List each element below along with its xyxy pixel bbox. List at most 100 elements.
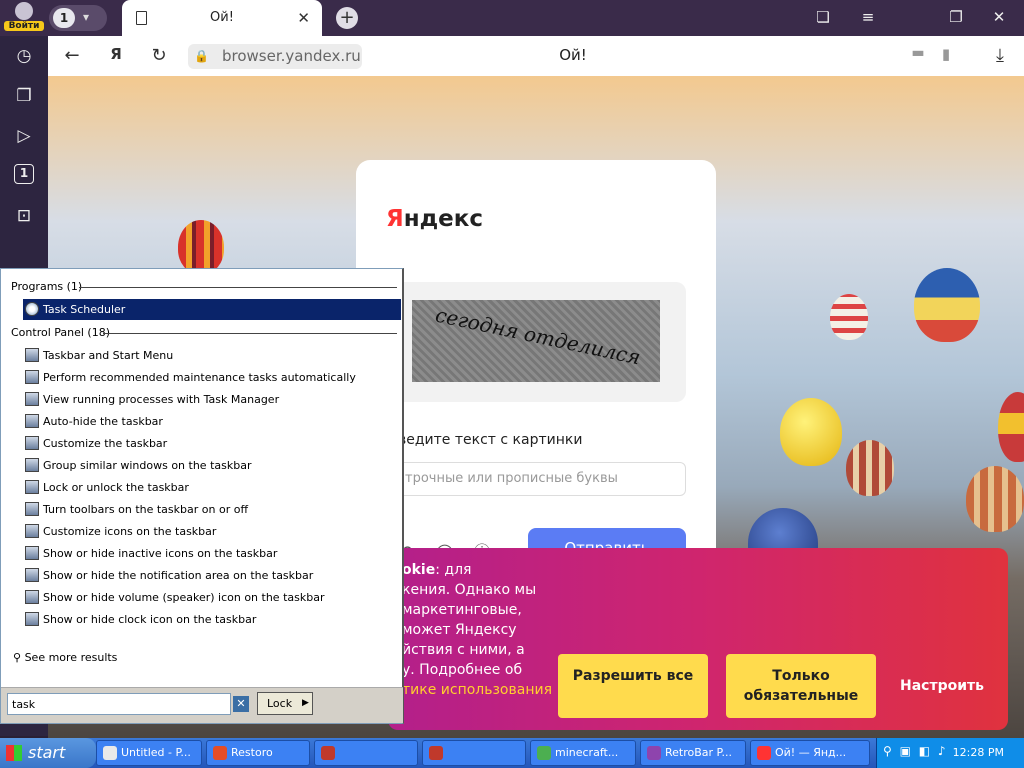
captcha-word: сегодня отделился — [433, 302, 643, 370]
taskbar-button[interactable] — [422, 740, 526, 766]
login-label: Войти — [4, 21, 44, 31]
result-label: Auto-hide the taskbar — [43, 415, 163, 428]
control-panel-result[interactable]: Customize icons on the taskbar — [23, 521, 401, 542]
divider — [103, 333, 397, 334]
result-task-scheduler[interactable]: Task Scheduler — [23, 299, 401, 320]
taskbar-button[interactable] — [314, 740, 418, 766]
result-label: Customize icons on the taskbar — [43, 525, 217, 538]
lock-icon[interactable]: 🔒 — [194, 49, 209, 63]
control-panel-result[interactable]: Group similar windows on the taskbar — [23, 455, 401, 476]
yandex-icon[interactable]: Я — [104, 45, 128, 63]
tab-title: Ой! — [210, 10, 234, 25]
clock: 12:28 PM — [952, 746, 1004, 759]
taskbar-button-label: Ой! — Янд... — [775, 746, 847, 759]
lock-options-arrow-icon[interactable]: ▶ — [302, 693, 309, 714]
control-panel-result[interactable]: Lock or unlock the taskbar — [23, 477, 401, 498]
captcha-instruction: ведите текст с картинки — [398, 432, 583, 448]
control-panel-icon — [25, 370, 39, 384]
control-panel-icon — [25, 612, 39, 626]
control-panel-result[interactable]: Show or hide the notification area on th… — [23, 565, 401, 586]
clear-search-icon[interactable]: ✕ — [233, 696, 249, 712]
cookie-line: у. Подробнее об — [402, 662, 523, 678]
control-panel-icon — [25, 568, 39, 582]
control-panel-result[interactable]: Perform recommended maintenance tasks au… — [23, 367, 401, 388]
taskbar-button[interactable]: Ой! — Янд... — [750, 740, 870, 766]
start-menu-bottom-bar: task ✕ Lock ▶ — [1, 687, 403, 723]
captcha-input[interactable]: трочные или прописные буквы — [394, 462, 686, 496]
back-icon[interactable]: ← — [60, 45, 84, 66]
new-tab-button[interactable]: + — [336, 7, 358, 29]
taskbar-button[interactable]: minecraft... — [530, 740, 636, 766]
login-button[interactable]: Войти — [4, 2, 44, 34]
download-icon[interactable]: ⤓ — [988, 45, 1012, 66]
tray-icons[interactable]: ⚲ ▣ ◧ ♪ — [883, 744, 948, 758]
taskbar-button[interactable]: Restoro — [206, 740, 310, 766]
start-menu-search-results: Programs (1) Task Scheduler Control Pane… — [0, 268, 404, 724]
required-only-button[interactable]: Только обязательные — [726, 654, 876, 718]
allow-all-button[interactable]: Разрешить все — [558, 654, 708, 718]
media-icon[interactable]: ▷ — [12, 124, 36, 148]
taskbar-button[interactable]: RetroBar P... — [640, 740, 746, 766]
app-icon — [321, 746, 335, 760]
control-panel-result[interactable]: View running processes with Task Manager — [23, 389, 401, 410]
cookie-line: йствия с ними, а — [402, 642, 525, 658]
app-icon — [429, 746, 443, 760]
balloon-image — [846, 440, 894, 496]
menu-icon[interactable]: ≡ — [853, 8, 883, 26]
logo-text: ндекс — [403, 206, 484, 232]
result-label: Task Scheduler — [43, 303, 126, 316]
app-icon — [103, 746, 117, 760]
taskbar-button-label: Restoro — [231, 746, 273, 759]
result-label: Taskbar and Start Menu — [43, 349, 174, 362]
captcha-card: Яндекс сегодня отделился ведите текст с … — [356, 160, 716, 580]
close-window-icon[interactable]: ✕ — [984, 8, 1014, 26]
result-label: Group similar windows on the taskbar — [43, 459, 252, 472]
collections-icon[interactable]: ❐ — [12, 84, 36, 108]
control-panel-result[interactable]: Show or hide volume (speaker) icon on th… — [23, 587, 401, 608]
control-panel-result[interactable]: Auto-hide the taskbar — [23, 411, 401, 432]
start-label: start — [28, 743, 66, 762]
bookmark-icon[interactable]: ▮ — [934, 45, 958, 63]
control-panel-result[interactable]: Show or hide clock icon on the taskbar — [23, 609, 401, 630]
tab-count: 1 — [53, 8, 75, 28]
control-panel-icon — [25, 348, 39, 362]
control-panel-result[interactable]: Taskbar and Start Menu — [23, 345, 401, 366]
reload-icon[interactable]: ↻ — [147, 45, 171, 66]
balloon-image — [998, 392, 1024, 462]
url-text: browser.yandex.ru — [222, 47, 361, 65]
app-icon — [213, 746, 227, 760]
taskbar-button[interactable]: Untitled - P... — [96, 740, 202, 766]
control-panel-result[interactable]: Show or hide inactive icons on the taskb… — [23, 543, 401, 564]
start-button[interactable]: start — [0, 738, 96, 768]
cookie-policy-link[interactable]: тике использования — [402, 680, 552, 700]
tab-active[interactable]: Ой! ✕ — [122, 0, 322, 36]
tab-badge-icon[interactable]: 1 — [14, 164, 34, 184]
control-panel-header: Control Panel (18) — [11, 326, 399, 339]
control-panel-result[interactable]: Turn toolbars on the taskbar on or off — [23, 499, 401, 520]
tab-counter-button[interactable]: 1 ▾ — [49, 5, 107, 31]
result-label: Perform recommended maintenance tasks au… — [43, 371, 356, 384]
page-title: Ой! — [559, 46, 587, 64]
control-panel-icon — [25, 590, 39, 604]
restore-window-icon[interactable]: ❐ — [941, 8, 971, 26]
url-field[interactable]: 🔒 browser.yandex.ru — [188, 44, 362, 69]
windows-logo-icon — [6, 745, 22, 761]
bookmarks-icon[interactable]: ❏ — [808, 8, 838, 26]
divider — [79, 287, 397, 288]
result-label: Show or hide clock icon on the taskbar — [43, 613, 257, 626]
cookie-line: : для — [435, 562, 472, 578]
result-label: Show or hide volume (speaker) icon on th… — [43, 591, 325, 604]
configure-button[interactable]: Настроить — [890, 678, 994, 694]
balloon-image — [178, 220, 224, 274]
history-icon[interactable]: ◷ — [12, 44, 36, 68]
cookie-banner: okie: для кения. Однако мы маркетинговые… — [388, 548, 1008, 730]
comment-icon[interactable]: ▬ — [906, 45, 930, 61]
control-panel-icon — [25, 502, 39, 516]
start-search-input[interactable]: task — [7, 693, 231, 715]
close-tab-icon[interactable]: ✕ — [297, 9, 310, 27]
app-icon — [537, 746, 551, 760]
control-panel-result[interactable]: Customize the taskbar — [23, 433, 401, 454]
programs-header: Programs (1) — [11, 280, 399, 293]
see-more-results-link[interactable]: ⚲ See more results — [13, 651, 117, 664]
screenshot-icon[interactable]: ⊡ — [12, 204, 36, 228]
